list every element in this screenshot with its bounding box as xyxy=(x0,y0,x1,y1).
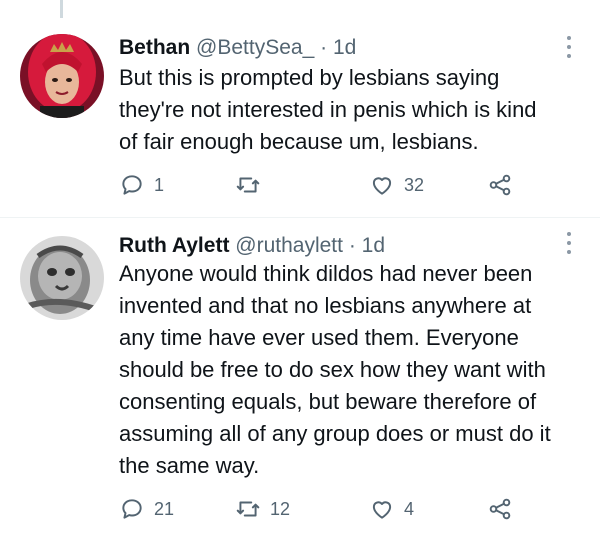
tweet-actions: 21 12 4 xyxy=(119,494,519,524)
tweet-header: Ruth Aylett @ruthaylett · 1d xyxy=(119,234,560,260)
tweet-text: But this is prompted by lesbians saying … xyxy=(119,65,537,154)
tweet[interactable]: Bethan @BettySea_ · 1d But this is promp… xyxy=(0,0,600,218)
tweet-header: Bethan @BettySea_ · 1d xyxy=(119,36,560,62)
author-handle[interactable]: @ruthaylett xyxy=(235,234,343,257)
retweet-icon xyxy=(236,501,260,517)
retweet-icon xyxy=(236,177,260,193)
separator-dot: · xyxy=(348,234,356,257)
tweet-text: Anyone would think dildos had never been… xyxy=(119,261,551,478)
separator-dot: · xyxy=(320,36,328,59)
reply-count: 1 xyxy=(154,174,165,195)
like-button[interactable]: 32 xyxy=(369,170,424,200)
author-name[interactable]: Bethan xyxy=(119,36,190,59)
reply-icon xyxy=(122,175,142,195)
like-icon xyxy=(372,177,392,195)
tweet-actions: 1 32 xyxy=(119,170,519,200)
reply-button[interactable]: 21 xyxy=(119,494,174,524)
like-icon xyxy=(372,501,392,519)
share-button[interactable] xyxy=(487,494,513,524)
share-icon xyxy=(489,498,511,520)
reply-count: 21 xyxy=(154,498,175,519)
retweet-button[interactable] xyxy=(235,170,270,200)
avatar[interactable] xyxy=(20,236,104,320)
share-button[interactable] xyxy=(487,170,513,200)
share-icon xyxy=(489,174,511,196)
like-count: 4 xyxy=(404,498,415,519)
tweet[interactable]: Ruth Aylett @ruthaylett · 1d Anyone woul… xyxy=(0,218,600,556)
author-name[interactable]: Ruth Aylett xyxy=(119,234,229,257)
timestamp[interactable]: 1d xyxy=(362,234,385,257)
timestamp[interactable]: 1d xyxy=(333,36,356,59)
like-button[interactable]: 4 xyxy=(369,494,414,524)
more-icon[interactable] xyxy=(564,36,574,58)
author-handle[interactable]: @BettySea_ xyxy=(196,36,314,59)
retweet-button[interactable]: 12 xyxy=(235,494,290,524)
reply-icon xyxy=(122,499,142,519)
reply-button[interactable]: 1 xyxy=(119,170,164,200)
avatar[interactable] xyxy=(20,34,104,118)
retweet-count: 12 xyxy=(270,498,291,519)
more-icon[interactable] xyxy=(564,232,574,254)
like-count: 32 xyxy=(404,174,425,195)
